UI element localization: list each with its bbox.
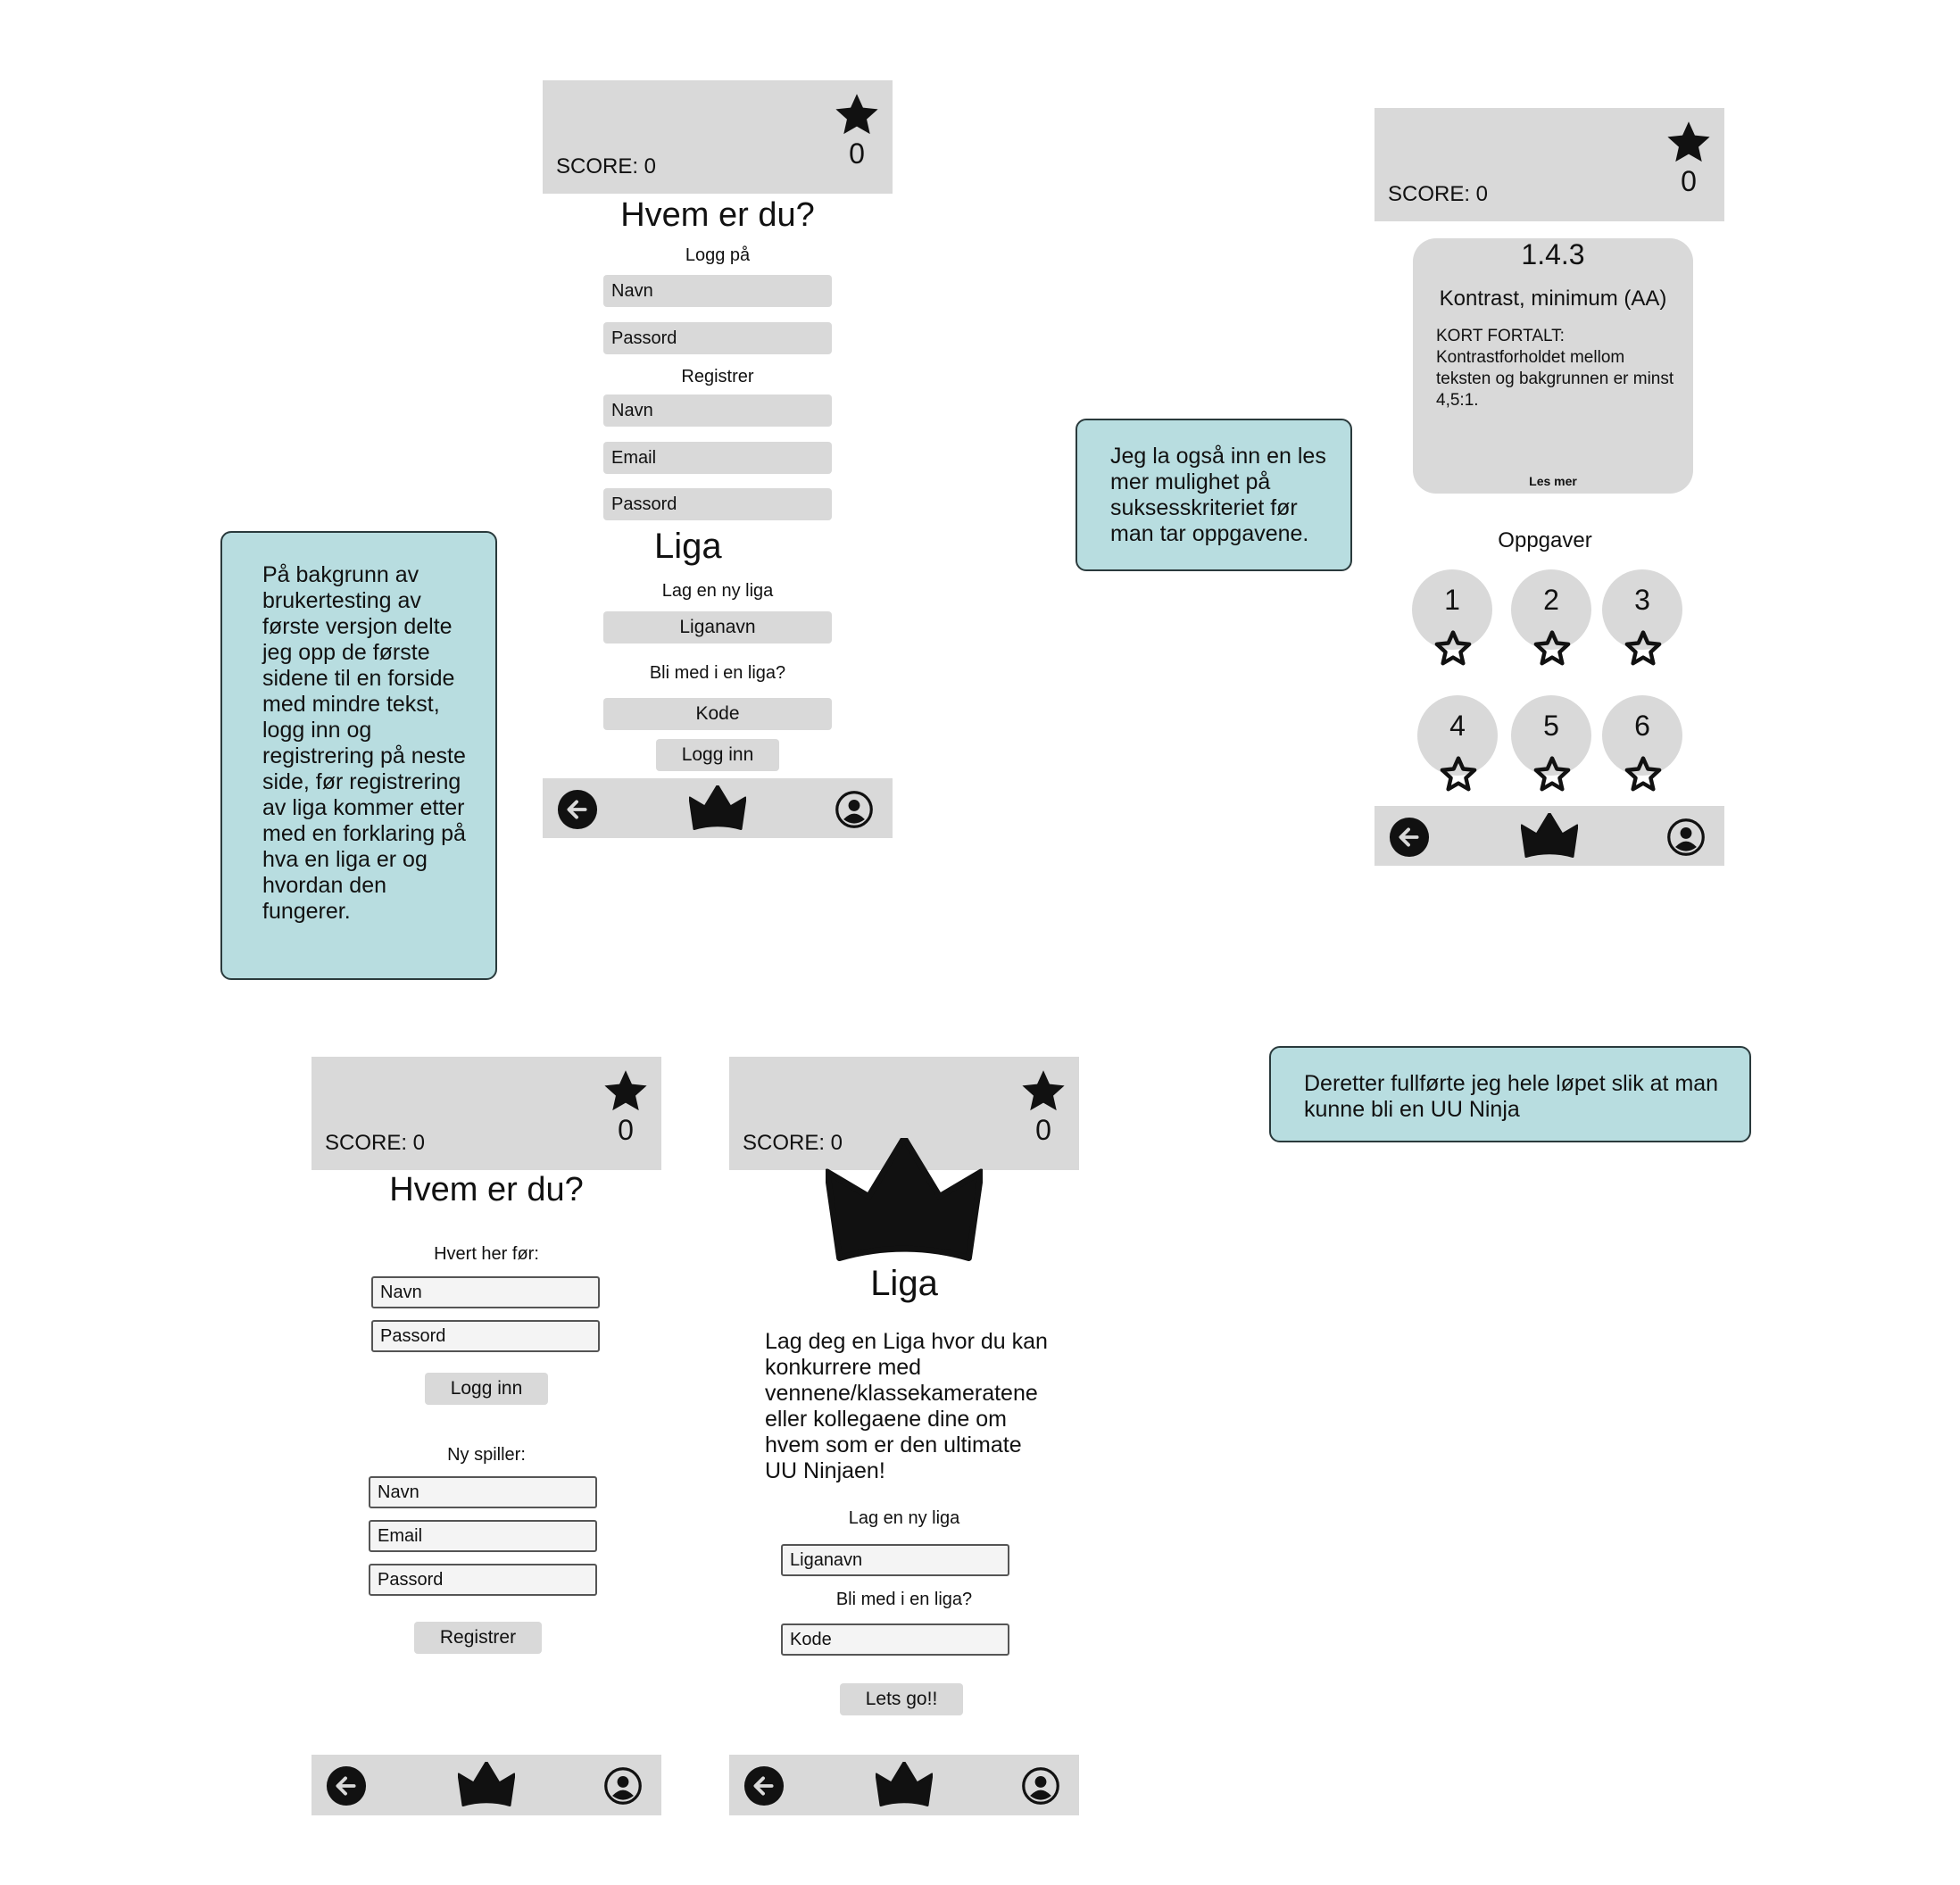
register-name-input[interactable]: Navn [603, 394, 832, 427]
login-password-input[interactable]: Passord [371, 1320, 600, 1352]
register-heading: Registrer [681, 367, 754, 386]
score-label: SCORE: 0 [556, 154, 657, 179]
star-icon [1020, 1067, 1067, 1114]
register-password-input[interactable]: Passord [369, 1564, 597, 1596]
profile-icon[interactable] [603, 1766, 643, 1806]
profile-icon[interactable] [1666, 818, 1706, 857]
register-email-input[interactable]: Email [369, 1520, 597, 1552]
register-button[interactable]: Registrer [414, 1622, 542, 1654]
bottom-nav [729, 1755, 1079, 1815]
new-player-heading: Ny spiller: [447, 1445, 526, 1465]
liga-name-input[interactable]: Liganavn [781, 1544, 1009, 1576]
score-header: SCORE: 0 0 [1374, 108, 1724, 221]
back-arrow-icon[interactable] [743, 1765, 785, 1806]
join-liga-heading: Bli med i en liga? [649, 663, 786, 683]
register-email-input[interactable]: Email [603, 442, 832, 474]
login-heading: Logg på [685, 245, 751, 265]
star-outline-icon [1439, 754, 1478, 793]
note-right-text: Deretter fullførte jeg hele løpet slik a… [1304, 1071, 1719, 1122]
note-right: Deretter fullførte jeg hele løpet slik a… [1269, 1046, 1751, 1142]
criterion-summary: KORT FORTALT: Kontrastforholdet mellom t… [1436, 327, 1674, 410]
star-outline-icon [1532, 628, 1572, 668]
liga-name-button[interactable]: Liganavn [603, 611, 832, 644]
screen-login-register-liga: SCORE: 0 0 Hvem er du? Logg på Navn Pass… [543, 80, 893, 838]
score-label: SCORE: 0 [1388, 182, 1489, 206]
join-liga-heading: Bli med i en liga? [835, 1590, 973, 1609]
criterion-card: 1.4.3 Kontrast, minimum (AA) KORT FORTAL… [1413, 238, 1693, 494]
screen-criterion-tasks: SCORE: 0 0 1.4.3 Kontrast, minimum (AA) … [1374, 108, 1724, 866]
code-input[interactable]: Kode [781, 1623, 1009, 1656]
star-outline-icon [1532, 754, 1572, 793]
crown-icon[interactable] [689, 785, 746, 830]
star-outline-icon [1624, 754, 1663, 793]
tasks-heading: Oppgaver [1498, 528, 1592, 552]
star-count: 0 [849, 137, 865, 170]
task-bubble[interactable]: 5 [1511, 695, 1591, 776]
score-label: SCORE: 0 [325, 1131, 426, 1155]
returning-heading: Hvert her før: [434, 1244, 539, 1264]
criterion-title: Kontrast, minimum (AA) [1439, 286, 1667, 311]
bottom-nav [543, 778, 893, 838]
page-title: Hvem er du? [620, 196, 815, 234]
star-icon [602, 1067, 649, 1114]
screen-liga: SCORE: 0 0 Liga Lag deg en Liga hvor du … [729, 1057, 1079, 1815]
crown-icon [826, 1138, 983, 1261]
crown-icon[interactable] [458, 1762, 515, 1806]
task-bubble[interactable]: 6 [1602, 695, 1682, 776]
score-header: SCORE: 0 0 [543, 80, 893, 194]
task-number: 2 [1543, 584, 1559, 616]
bottom-nav [311, 1755, 661, 1815]
task-number: 4 [1449, 710, 1466, 742]
note-middle-text: Jeg la også inn en les mer mulighet på s… [1110, 444, 1326, 546]
lets-go-button[interactable]: Lets go!! [840, 1683, 963, 1715]
note-left: På bakgrunn av brukertesting av første v… [220, 531, 497, 980]
task-number: 1 [1444, 584, 1460, 616]
crown-icon[interactable] [1521, 813, 1578, 858]
login-name-input[interactable]: Navn [371, 1276, 600, 1308]
task-bubble[interactable]: 4 [1417, 695, 1498, 776]
login-password-input[interactable]: Passord [603, 322, 832, 354]
login-button[interactable]: Logg inn [656, 739, 779, 771]
register-password-input[interactable]: Passord [603, 488, 832, 520]
liga-description: Lag deg en Liga hvor du kan konkurrere m… [765, 1329, 1048, 1483]
star-outline-icon [1624, 628, 1663, 668]
task-number: 6 [1634, 710, 1650, 742]
page-title: Hvem er du? [389, 1171, 584, 1208]
screen-login-register: SCORE: 0 0 Hvem er du? Hvert her før: Na… [311, 1057, 661, 1815]
register-name-input[interactable]: Navn [369, 1476, 597, 1508]
liga-title: Liga [654, 527, 722, 566]
code-button[interactable]: Kode [603, 698, 832, 730]
star-count: 0 [1681, 165, 1697, 197]
score-header: SCORE: 0 0 [311, 1057, 661, 1170]
read-more-link[interactable]: Les mer [1413, 474, 1693, 488]
task-bubble[interactable]: 1 [1412, 569, 1492, 650]
back-arrow-icon[interactable] [326, 1765, 367, 1806]
profile-icon[interactable] [1021, 1766, 1060, 1806]
star-icon [834, 91, 880, 137]
star-icon [1665, 119, 1712, 165]
login-name-input[interactable]: Navn [603, 275, 832, 307]
back-arrow-icon[interactable] [557, 789, 598, 830]
new-liga-heading: Lag en ny liga [848, 1508, 960, 1528]
star-count: 0 [1035, 1114, 1051, 1146]
back-arrow-icon[interactable] [1389, 817, 1430, 858]
note-middle: Jeg la også inn en les mer mulighet på s… [1076, 419, 1352, 571]
task-number: 5 [1543, 710, 1559, 742]
bottom-nav [1374, 806, 1724, 866]
task-bubble[interactable]: 3 [1602, 569, 1682, 650]
criterion-number: 1.4.3 [1521, 238, 1585, 270]
new-liga-heading: Lag en ny liga [661, 581, 774, 601]
note-left-text: På bakgrunn av brukertesting av første v… [262, 562, 466, 924]
task-number: 3 [1634, 584, 1650, 616]
liga-title: Liga [870, 1264, 938, 1303]
task-bubble[interactable]: 2 [1511, 569, 1591, 650]
profile-icon[interactable] [835, 790, 874, 829]
star-outline-icon [1433, 628, 1473, 668]
star-count: 0 [618, 1114, 634, 1146]
crown-icon[interactable] [876, 1762, 933, 1806]
login-button[interactable]: Logg inn [425, 1373, 548, 1405]
